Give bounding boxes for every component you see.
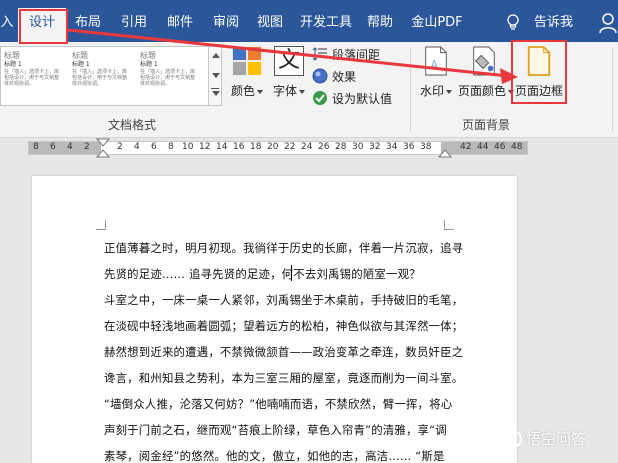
brand-logo-icon [504, 430, 522, 448]
ruler-tick: 4 [67, 142, 73, 152]
brand-watermark-text: 悟空问答 [526, 430, 587, 448]
ruler-tick: 42 [460, 142, 472, 152]
ruler-tick: 8 [33, 142, 39, 152]
ruler-tick: 26 [318, 142, 330, 152]
ruler-tick: 12 [199, 142, 211, 152]
margin-corner-marker [444, 220, 454, 230]
document-line: 在淡砚中轻浅地画着圆弧；望着远方的松柏，神色似欲与其浑然一体； [104, 319, 464, 333]
ruler-left-margin [29, 142, 101, 154]
ruler-tick: 24 [301, 142, 313, 152]
horizontal-ruler: 8 6 4 2 2 4 6 8 10 12 14 16 18 20 22 24 … [0, 138, 618, 158]
ruler-tick: 44 [477, 142, 489, 152]
ruler-tick: 22 [284, 142, 296, 152]
ruler-tick: 28 [335, 142, 347, 152]
ruler-tick: 46 [494, 142, 506, 152]
ruler-tick: 14 [216, 142, 228, 152]
document-line: 声刻于门前之石，继而观“苔痕上阶绿，草色入帘青”的清雅，享“调 [104, 423, 447, 437]
ruler-tick: 32 [369, 142, 381, 152]
indent-marker-icon[interactable] [96, 138, 110, 158]
pointer-arrow [67, 28, 518, 84]
document-line: 正值薄暮之时，明月初现。我徜徉于历史的长廊，伴着一片沉寂，追寻 [104, 241, 464, 255]
ruler-tick: 34 [386, 142, 398, 152]
right-indent-marker-icon[interactable] [438, 138, 452, 158]
ruler-tick: 36 [403, 142, 415, 152]
document-workspace: 正值薄暮之时，明月初现。我徜徉于历史的长廊，伴着一片沉寂，追寻 先贤的足迹…… … [0, 158, 618, 463]
document-line: 素琴，阅金经”的悠然。他的文，傲立，如他的志，高洁…… “斯是 [104, 449, 445, 463]
ruler-tick: 30 [352, 142, 364, 152]
ruler-tick: 48 [511, 142, 523, 152]
margin-corner-marker [96, 220, 106, 230]
document-line: 斗室之中，一床一桌一人紧邻，刘禹锡坐于木桌前，手持破旧的毛笔， [104, 293, 464, 307]
ruler-tick: 6 [151, 142, 157, 152]
ruler-tick: 10 [182, 142, 194, 152]
document-page[interactable]: 正值薄暮之时，明月初现。我徜徉于历史的长廊，伴着一片沉寂，追寻 先贤的足迹…… … [32, 176, 517, 463]
ruler-tick: 6 [50, 142, 56, 152]
ruler-tick: 38 [420, 142, 432, 152]
ruler-tick: 8 [168, 142, 174, 152]
document-line: 赫然想到近来的遭遇，不禁微微颔首——政治变革之牵连，数员奸臣之 [104, 345, 464, 359]
document-line: “墙倒众人推，沦落又何妨？”他喃喃而语，不禁欣然，臂一挥，将心 [104, 397, 453, 411]
text-cursor [291, 265, 292, 281]
ruler-tick: 2 [84, 142, 90, 152]
ruler-tick: 4 [134, 142, 140, 152]
ruler-tick: 2 [117, 142, 123, 152]
ruler-tick: 18 [250, 142, 262, 152]
document-line: 谗言，和州知县之势利，本为三室三厢的屋室，竟逐而削为一间斗室。 [104, 371, 464, 385]
ruler-tick: 16 [233, 142, 245, 152]
document-line: 先贤的足迹…… 追寻先贤的足迹，何不去刘禹锡的陋室一观？ [104, 267, 421, 281]
ruler-tick: 20 [267, 142, 279, 152]
